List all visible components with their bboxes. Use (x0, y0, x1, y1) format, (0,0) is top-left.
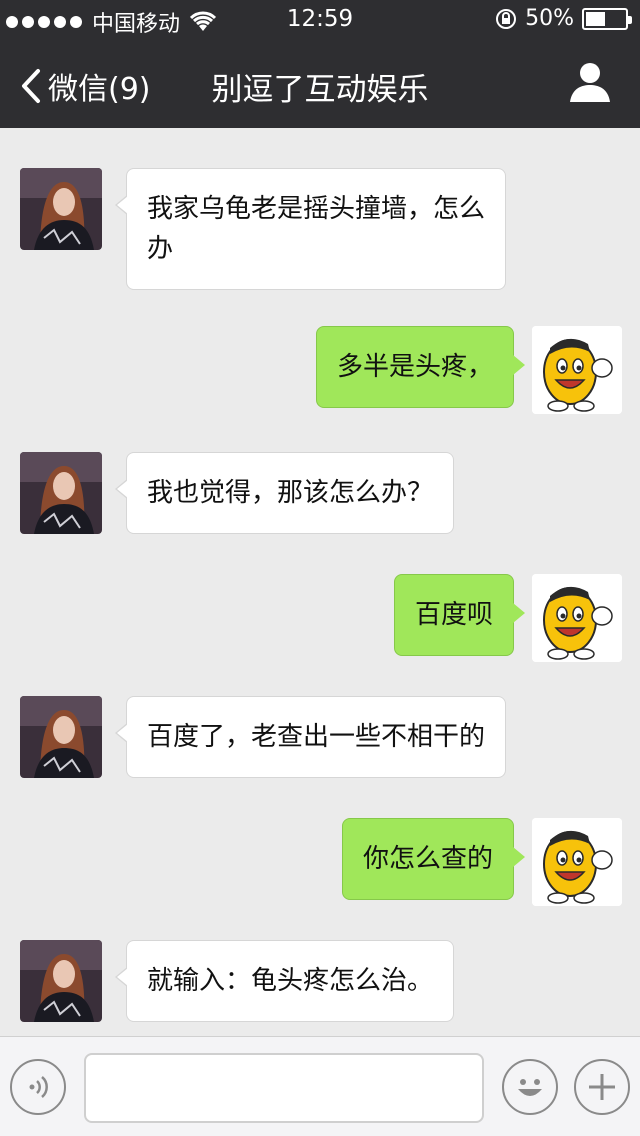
nav-bar: 微信(9) 别逗了互动娱乐 (0, 40, 640, 128)
plus-button[interactable] (574, 1059, 630, 1115)
rotation-lock-icon (496, 8, 517, 29)
message-text: 你怎么查的 (362, 844, 493, 874)
outgoing-message-bubble[interactable]: 百度呗 (393, 574, 526, 656)
message-text: 办 (147, 234, 174, 264)
incoming-message-bubble[interactable]: 我也觉得，那该怎么办？ (114, 452, 455, 534)
battery-icon (582, 7, 632, 30)
emoji-button[interactable] (502, 1059, 558, 1115)
battery-fill (586, 11, 605, 26)
incoming-message-bubble[interactable]: 我家乌龟老是摇头撞墙，怎么办 (114, 168, 507, 290)
chat-area[interactable]: 我家乌龟老是摇头撞墙，怎么办 多半是头疼， 我也觉得，那该怎么办？ 百度呗 百度… (0, 128, 640, 1036)
battery-percent: 50% (525, 6, 574, 31)
message-text: 百度呗 (414, 600, 493, 630)
contact-avatar[interactable] (20, 168, 102, 250)
contact-avatar[interactable] (20, 696, 102, 778)
status-bar: 中国移动 12:59 50% (0, 0, 640, 40)
message-input[interactable] (84, 1053, 484, 1123)
my-avatar[interactable] (532, 326, 622, 414)
input-bar (0, 1036, 640, 1136)
contact-avatar[interactable] (20, 452, 102, 534)
my-avatar[interactable] (532, 574, 622, 662)
my-avatar[interactable] (532, 818, 622, 906)
contact-avatar[interactable] (20, 940, 102, 1022)
incoming-message-bubble[interactable]: 百度了，老查出一些不相干的 (114, 696, 507, 778)
plus-icon (589, 1074, 615, 1100)
outgoing-message-bubble[interactable]: 你怎么查的 (341, 818, 526, 900)
incoming-message-bubble[interactable]: 就输入：龟头疼怎么治。 (114, 940, 455, 1022)
person-icon[interactable] (568, 60, 612, 104)
chat-title: 别逗了互动娱乐 (211, 72, 429, 108)
voice-button[interactable] (10, 1059, 66, 1115)
message-text: 我家乌龟老是摇头撞墙，怎么 (147, 194, 486, 224)
message-text: 百度了，老查出一些不相干的 (147, 722, 486, 752)
message-text: 我也觉得，那该怎么办？ (147, 478, 434, 508)
message-text: 多半是头疼， (336, 352, 493, 382)
voice-icon (29, 1076, 48, 1098)
outgoing-message-bubble[interactable]: 多半是头疼， (315, 326, 526, 408)
top-header: 中国移动 12:59 50% 微信(9) 别逗了互动娱乐 (0, 0, 640, 128)
message-text: 就输入：龟头疼怎么治。 (147, 966, 434, 996)
emoji-icon (518, 1079, 542, 1096)
